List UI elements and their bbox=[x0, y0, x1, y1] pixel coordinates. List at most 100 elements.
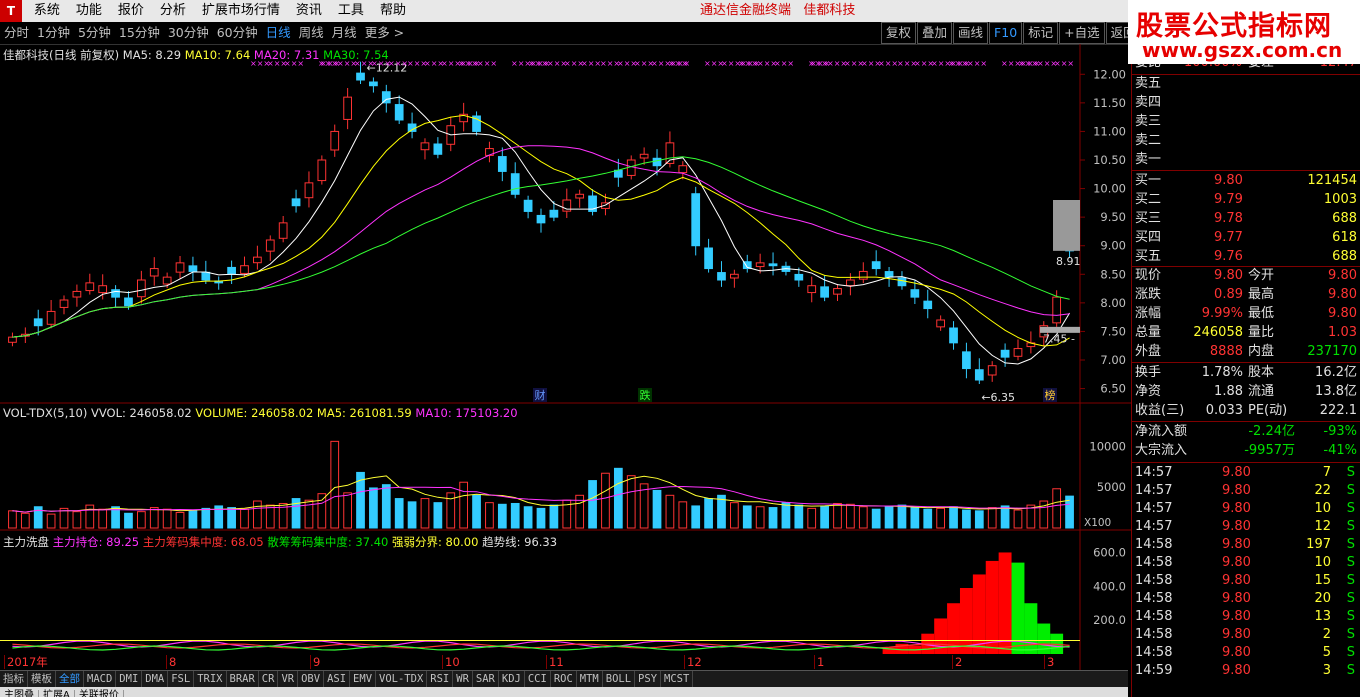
volume-bar bbox=[626, 475, 636, 529]
ask-label: 卖四 bbox=[1135, 95, 1162, 110]
indicator-tab-24[interactable]: MCST bbox=[661, 671, 694, 687]
candle bbox=[691, 193, 701, 247]
stat-label: PE(动) bbox=[1248, 403, 1288, 418]
indicator-tab-14[interactable]: VOL-TDX bbox=[376, 671, 428, 687]
tick-row: 14:58 9.80 2 S bbox=[1132, 626, 1360, 644]
volume-bar bbox=[407, 501, 417, 529]
chip-tick-label: 400.0 bbox=[1093, 579, 1126, 593]
indicator-tab-9[interactable]: CR bbox=[259, 671, 279, 687]
tick-time: 14:59 bbox=[1135, 663, 1173, 678]
period-7[interactable]: 周线 bbox=[295, 22, 328, 44]
secondary-tabs: 主图叠 扩展A 关联报价 bbox=[0, 687, 1128, 697]
menu-item-0[interactable]: 系统 bbox=[26, 0, 68, 22]
volume-bar bbox=[936, 507, 946, 529]
indicator-tab-5[interactable]: DMA bbox=[142, 671, 169, 687]
indicator-tab-13[interactable]: EMV bbox=[350, 671, 377, 687]
chart-area[interactable]: 12.00 11.50 11.00 10.50 10.00 9.50 9.00 8.50 8.0… bbox=[0, 44, 1131, 670]
volume-bar bbox=[807, 507, 817, 529]
chip-bar bbox=[1024, 603, 1038, 654]
indicator-tab-18[interactable]: KDJ bbox=[499, 671, 525, 687]
indicator-tab-11[interactable]: OBV bbox=[298, 671, 325, 687]
event-marker[interactable]: 榜 bbox=[1045, 388, 1056, 402]
candle bbox=[974, 369, 984, 381]
menu-item-2[interactable]: 报价 bbox=[110, 0, 152, 22]
volume-bar bbox=[497, 503, 507, 529]
bid-volume: 688 bbox=[1332, 211, 1357, 226]
indicator-tab-1[interactable]: 模板 bbox=[28, 671, 56, 687]
y-tick-label: 9.00 bbox=[1100, 239, 1126, 253]
candle bbox=[330, 130, 340, 151]
toolbar-button-1[interactable]: 叠加 bbox=[917, 22, 953, 44]
indicator-tab-6[interactable]: FSL bbox=[168, 671, 195, 687]
ask-label: 卖五 bbox=[1135, 76, 1162, 91]
volume-bar bbox=[820, 505, 829, 529]
toolbar-button-2[interactable]: 画线 bbox=[953, 22, 989, 44]
indicator-tab-21[interactable]: MTM bbox=[577, 671, 603, 687]
indicator-tab-16[interactable]: WR bbox=[453, 671, 473, 687]
period-6[interactable]: 日线 bbox=[262, 22, 295, 44]
candle bbox=[291, 198, 301, 207]
event-marker[interactable]: 跌 bbox=[640, 388, 651, 402]
candle bbox=[987, 365, 997, 376]
indicator-tab-7[interactable]: TRIX bbox=[194, 671, 227, 687]
bid-volume: 688 bbox=[1332, 249, 1357, 264]
secondary-tab-0[interactable]: 主图叠 bbox=[0, 690, 39, 697]
indicator-tab-12[interactable]: ASI bbox=[324, 671, 351, 687]
period-2[interactable]: 5分钟 bbox=[74, 22, 115, 44]
toolbar-button-4[interactable]: 标记 bbox=[1023, 22, 1059, 44]
indicator-tab-2[interactable]: 全部 bbox=[56, 671, 84, 687]
stat-value: 16.2亿 bbox=[1315, 365, 1357, 380]
indicator-tab-3[interactable]: MACD bbox=[84, 671, 117, 687]
indicator-tab-17[interactable]: SAR bbox=[473, 671, 499, 687]
secondary-tab-1[interactable]: 扩展A bbox=[39, 690, 75, 697]
menu-item-3[interactable]: 分析 bbox=[152, 0, 194, 22]
menu-item-1[interactable]: 功能 bbox=[68, 0, 110, 22]
chip-tick-label: 600.0 bbox=[1093, 545, 1126, 559]
tick-side: S bbox=[1346, 609, 1355, 624]
ma30-line bbox=[12, 156, 1070, 338]
period-8[interactable]: 月线 bbox=[328, 22, 361, 44]
toolbar-button-3[interactable]: F10 bbox=[989, 22, 1023, 44]
last-price-label: 8.91 bbox=[1056, 255, 1081, 268]
volume-bar bbox=[8, 510, 17, 529]
indicator-tab-22[interactable]: BOLL bbox=[603, 671, 636, 687]
period-3[interactable]: 15分钟 bbox=[115, 22, 164, 44]
indicator-tab-23[interactable]: PSY bbox=[635, 671, 662, 687]
toolbar-button-5[interactable]: +自选 bbox=[1059, 22, 1105, 44]
low-price-label: ←6.35 bbox=[981, 391, 1015, 404]
tick-volume: 2 bbox=[1322, 627, 1331, 642]
volume-bar bbox=[485, 502, 494, 529]
indicator-tab-19[interactable]: CCI bbox=[525, 671, 551, 687]
menu-item-5[interactable]: 资讯 bbox=[288, 0, 330, 22]
menu-item-6[interactable]: 工具 bbox=[330, 0, 372, 22]
period-9[interactable]: 更多 > bbox=[361, 22, 408, 44]
price-range-box bbox=[1053, 200, 1080, 251]
secondary-tab-2[interactable]: 关联报价 bbox=[75, 690, 124, 697]
y-tick-label: 10.50 bbox=[1093, 153, 1126, 167]
stat-row: 现价 9.80 今开 9.80 bbox=[1132, 267, 1360, 285]
timeline-label: 2 bbox=[952, 655, 962, 669]
menu-item-4[interactable]: 扩展市场行情 bbox=[194, 0, 288, 22]
candle bbox=[394, 104, 404, 121]
indicator-tab-20[interactable]: ROC bbox=[551, 671, 577, 687]
tick-volume: 15 bbox=[1314, 573, 1331, 588]
period-0[interactable]: 分时 bbox=[0, 22, 33, 44]
indicator-tab-0[interactable]: 指标 bbox=[0, 671, 28, 687]
stat2-row: 收益(三) 0.033 PE(动) 222.1 bbox=[1132, 402, 1360, 420]
tick-price: 9.80 bbox=[1222, 465, 1251, 480]
period-1[interactable]: 1分钟 bbox=[33, 22, 74, 44]
period-5[interactable]: 60分钟 bbox=[213, 22, 262, 44]
chip-tick-label: 200.0 bbox=[1093, 613, 1126, 627]
indicator-tab-4[interactable]: DMI bbox=[116, 671, 143, 687]
toolbar-button-0[interactable]: 复权 bbox=[881, 22, 917, 44]
menu-item-7[interactable]: 帮助 bbox=[372, 0, 414, 22]
y-tick-label: 8.50 bbox=[1100, 267, 1126, 281]
indicator-tab-10[interactable]: VR bbox=[278, 671, 299, 687]
tick-price: 9.80 bbox=[1222, 555, 1251, 570]
period-4[interactable]: 30分钟 bbox=[164, 22, 213, 44]
indicator-tab-15[interactable]: RSI bbox=[427, 671, 454, 687]
legend-chip-a: 主力持仓: 89.25 bbox=[52, 535, 140, 549]
indicator-tab-8[interactable]: BRAR bbox=[227, 671, 259, 687]
event-marker[interactable]: 财 bbox=[535, 388, 546, 402]
ask-label: 卖三 bbox=[1135, 114, 1162, 129]
